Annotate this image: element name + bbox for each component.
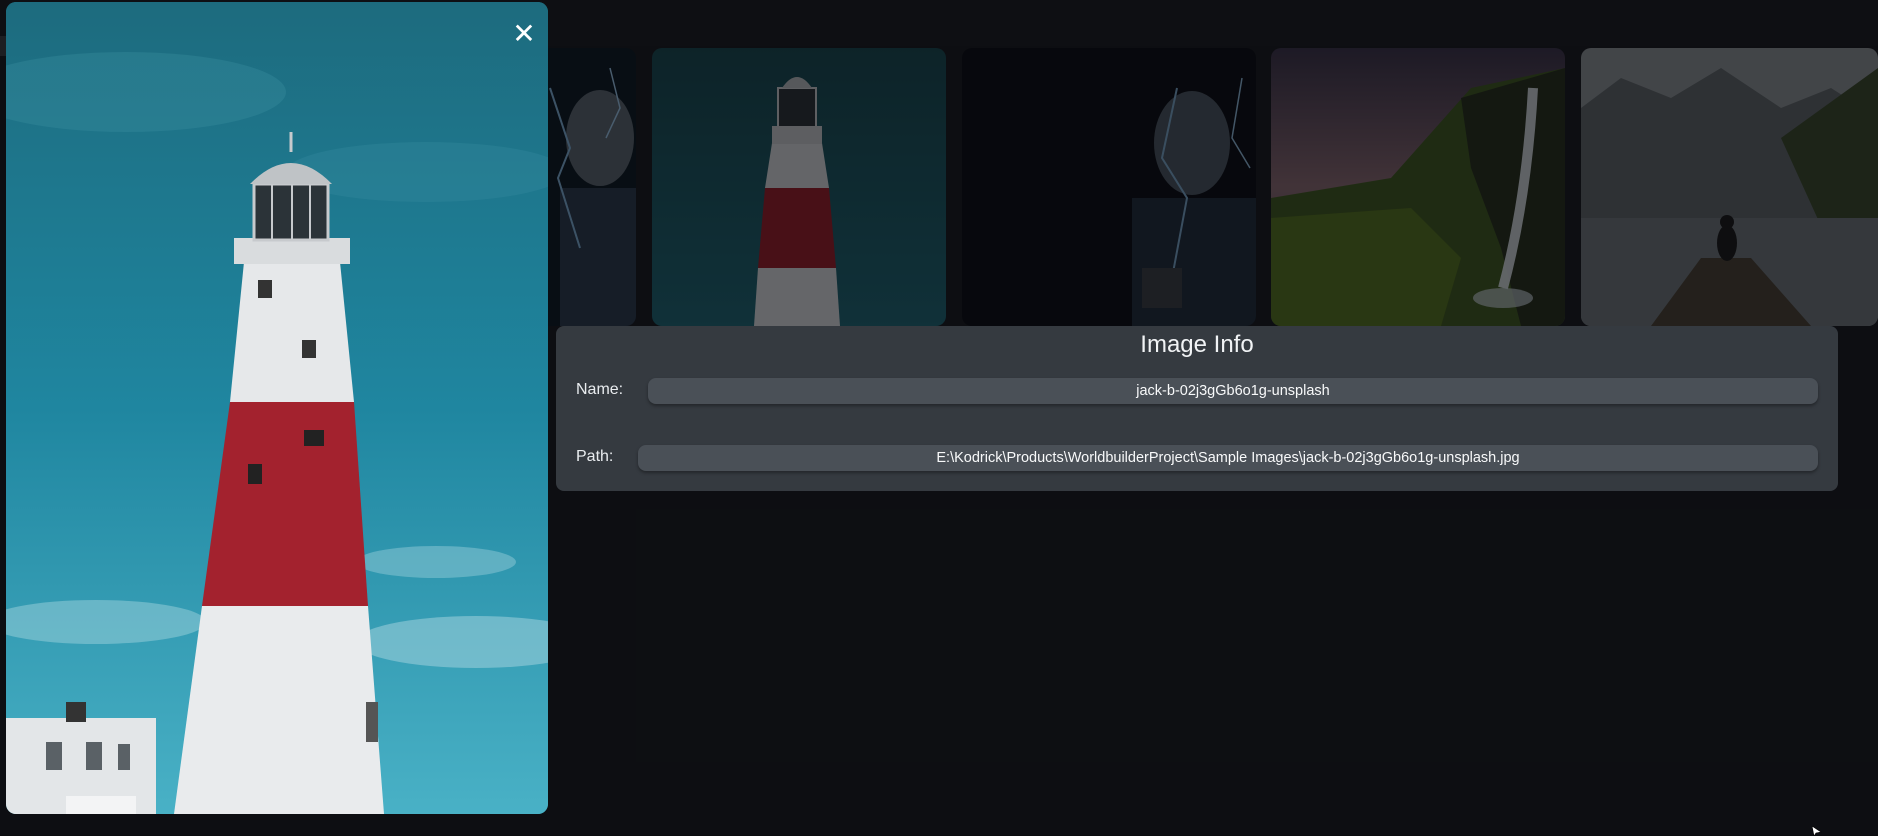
image-preview: ✕: [6, 2, 548, 814]
thumbnail-waterfall[interactable]: [1271, 48, 1565, 326]
thumbnail-man-lightning[interactable]: [540, 48, 636, 326]
thumbnail-lighthouse[interactable]: [652, 48, 946, 326]
close-icon: ✕: [512, 17, 536, 50]
thumbnail-lake-dock[interactable]: [1581, 48, 1878, 326]
name-field[interactable]: jack-b-02j3gGb6o1g-unsplash: [648, 378, 1818, 404]
man-lightning-dark-image-icon: [962, 48, 1256, 326]
image-info-panel: Image Info Name: jack-b-02j3gGb6o1g-unsp…: [556, 326, 1838, 491]
name-label: Name:: [576, 381, 624, 398]
lake-dock-image-icon: [1581, 48, 1878, 326]
thumbnail-man-lightning-dark[interactable]: [962, 48, 1256, 326]
man-lightning-image-icon: [540, 48, 636, 326]
info-panel-title: Image Info: [1140, 331, 1254, 358]
lighthouse-thumb-image-icon: [652, 48, 946, 326]
path-label: Path:: [576, 448, 614, 465]
lighthouse-image-icon: [6, 2, 548, 814]
path-field[interactable]: E:\Kodrick\Products\WorldbuilderProject\…: [638, 445, 1818, 471]
close-button[interactable]: ✕: [508, 18, 540, 50]
waterfall-image-icon: [1271, 48, 1565, 326]
thumbnail-gallery: [540, 48, 1878, 326]
